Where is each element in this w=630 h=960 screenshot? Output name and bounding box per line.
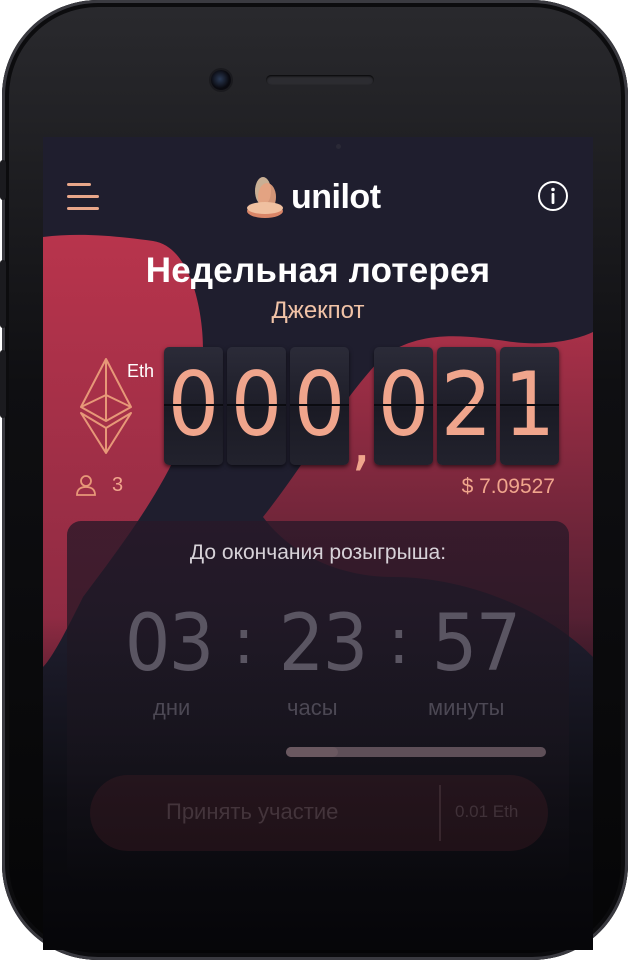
days-label: дни <box>153 695 191 720</box>
logo-text: unilot <box>291 178 381 216</box>
jackpot-digit: 1 <box>500 347 559 465</box>
jackpot-digit: 0 <box>290 347 349 465</box>
countdown-days: 03 <box>124 599 214 689</box>
join-button-label: Принять участие <box>166 799 339 824</box>
countdown: 03 : 23 : 57 <box>43 599 593 709</box>
timer-label: До окончания розыгрыша: <box>189 541 447 564</box>
app-screen: unilot Недельная лотерея Джекпот Eth 0 0… <box>43 137 593 950</box>
players-count: 3 <box>112 474 124 496</box>
unilot-coins-icon <box>247 177 283 218</box>
phone-frame: unilot Недельная лотерея Джекпот Eth 0 0… <box>0 0 630 960</box>
decimal-separator: , <box>351 405 372 479</box>
info-icon[interactable] <box>537 180 569 212</box>
mute-switch <box>0 160 6 200</box>
jackpot-digit: 2 <box>437 347 496 465</box>
join-button-divider <box>439 785 441 841</box>
minutes-label: минуты <box>428 695 505 720</box>
ticket-price: 0.01 Eth <box>455 802 519 821</box>
front-sensor <box>336 144 341 149</box>
jackpot-counter: 0 0 0 , 0 2 1 <box>164 347 564 479</box>
countdown-minutes: 57 <box>431 599 521 689</box>
players-count-group: 3 <box>75 473 155 499</box>
jackpot-digit: 0 <box>374 347 433 465</box>
unilot-logo: unilot <box>243 175 403 223</box>
countdown-colon: : <box>233 605 255 679</box>
currency-label: Eth <box>127 361 155 381</box>
countdown-hours: 23 <box>278 599 368 689</box>
jackpot-subtitle: Джекпот <box>271 297 365 324</box>
draw-progress-fill <box>286 747 338 757</box>
user-icon <box>76 475 96 496</box>
camera <box>211 70 231 90</box>
join-button[interactable]: Принять участие 0.01 Eth <box>90 775 548 851</box>
volume-down-button <box>0 350 6 418</box>
earpiece-speaker <box>266 75 374 85</box>
jackpot-digit: 0 <box>164 347 223 465</box>
lottery-title: Недельная лотерея <box>145 251 491 290</box>
hamburger-menu-icon[interactable] <box>67 183 99 211</box>
usd-value: $ 7.09527 <box>461 475 555 498</box>
volume-up-button <box>0 260 6 328</box>
draw-progress-bar <box>286 747 546 757</box>
jackpot-digit: 0 <box>227 347 286 465</box>
countdown-colon: : <box>388 605 410 679</box>
hours-label: часы <box>287 695 338 720</box>
